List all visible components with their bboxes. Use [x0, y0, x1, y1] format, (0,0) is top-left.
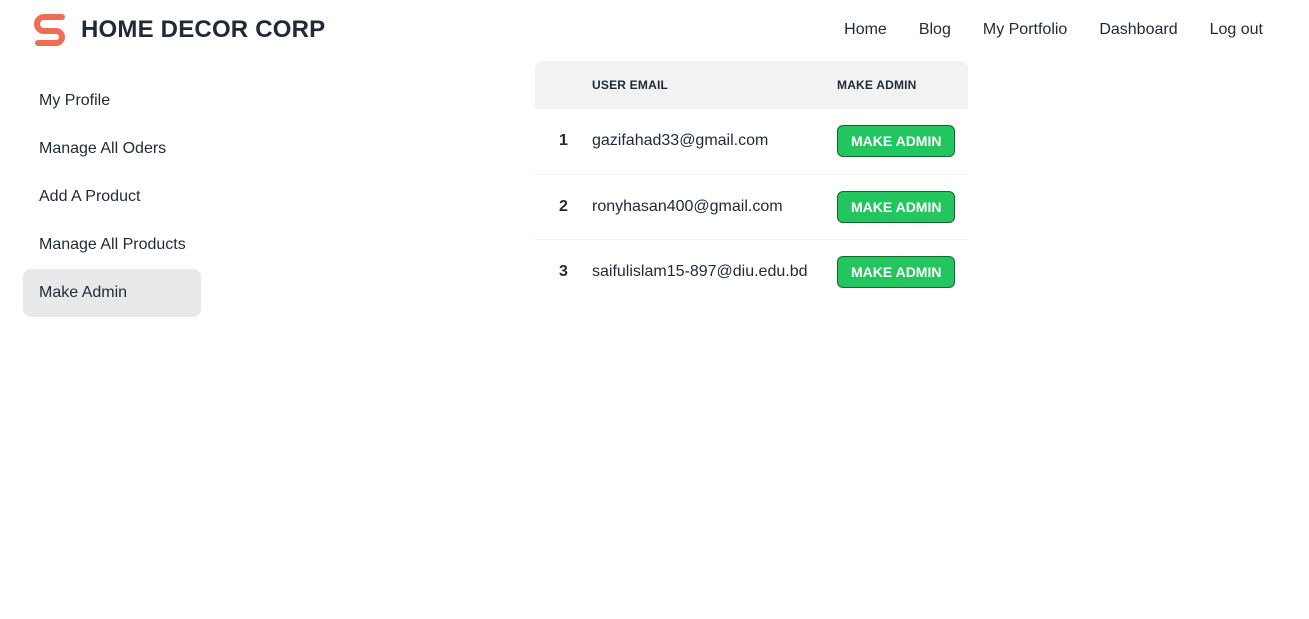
nav-home[interactable]: Home [844, 19, 887, 41]
sidebar-item-manage-all-orders[interactable]: Manage All Oders [23, 125, 201, 173]
table-row: 2 ronyhasan400@gmail.com MAKE ADMIN [535, 174, 968, 239]
user-email: ronyhasan400@gmail.com [592, 197, 783, 215]
row-number: 1 [559, 132, 568, 150]
make-admin-button[interactable]: MAKE ADMIN [837, 125, 956, 158]
top-nav: Home Blog My Portfolio Dashboard Log out [812, 19, 1263, 41]
sidebar: My Profile Manage All Oders Add A Produc… [23, 77, 201, 317]
make-admin-button[interactable]: MAKE ADMIN [837, 255, 956, 288]
row-number: 2 [559, 197, 568, 215]
nav-my-portfolio[interactable]: My Portfolio [983, 19, 1067, 41]
nav-log-out[interactable]: Log out [1210, 19, 1263, 41]
user-email: saifulislam15-897@diu.edu.bd [592, 262, 808, 280]
brand[interactable]: HOME DECOR CORP [32, 12, 325, 48]
nav-blog[interactable]: Blog [919, 19, 951, 41]
brand-name: HOME DECOR CORP [81, 16, 326, 43]
sidebar-item-manage-all-products[interactable]: Manage All Products [23, 221, 201, 269]
s-logo-icon [34, 14, 65, 46]
make-admin-button[interactable]: MAKE ADMIN [837, 190, 956, 223]
users-table: USER EMAIL MAKE ADMIN 1 gazifahad33@gmai… [535, 61, 968, 304]
table-row: 3 saifulislam15-897@diu.edu.bd MAKE ADMI… [535, 239, 968, 304]
header-user-email: USER EMAIL [592, 78, 669, 92]
sidebar-item-add-a-product[interactable]: Add A Product [23, 173, 201, 221]
header-index [535, 61, 592, 109]
user-email: gazifahad33@gmail.com [592, 132, 769, 150]
nav-dashboard[interactable]: Dashboard [1099, 19, 1177, 41]
sidebar-item-my-profile[interactable]: My Profile [23, 77, 201, 125]
sidebar-item-make-admin[interactable]: Make Admin [23, 269, 201, 317]
table-row: 1 gazifahad33@gmail.com MAKE ADMIN [535, 109, 968, 174]
header-make-admin: MAKE ADMIN [837, 78, 917, 92]
row-number: 3 [559, 262, 568, 280]
navbar: HOME DECOR CORP Home Blog My Portfolio D… [0, 0, 1309, 60]
users-table-container: USER EMAIL MAKE ADMIN 1 gazifahad33@gmai… [535, 61, 968, 304]
table-header-row: USER EMAIL MAKE ADMIN [535, 61, 968, 109]
